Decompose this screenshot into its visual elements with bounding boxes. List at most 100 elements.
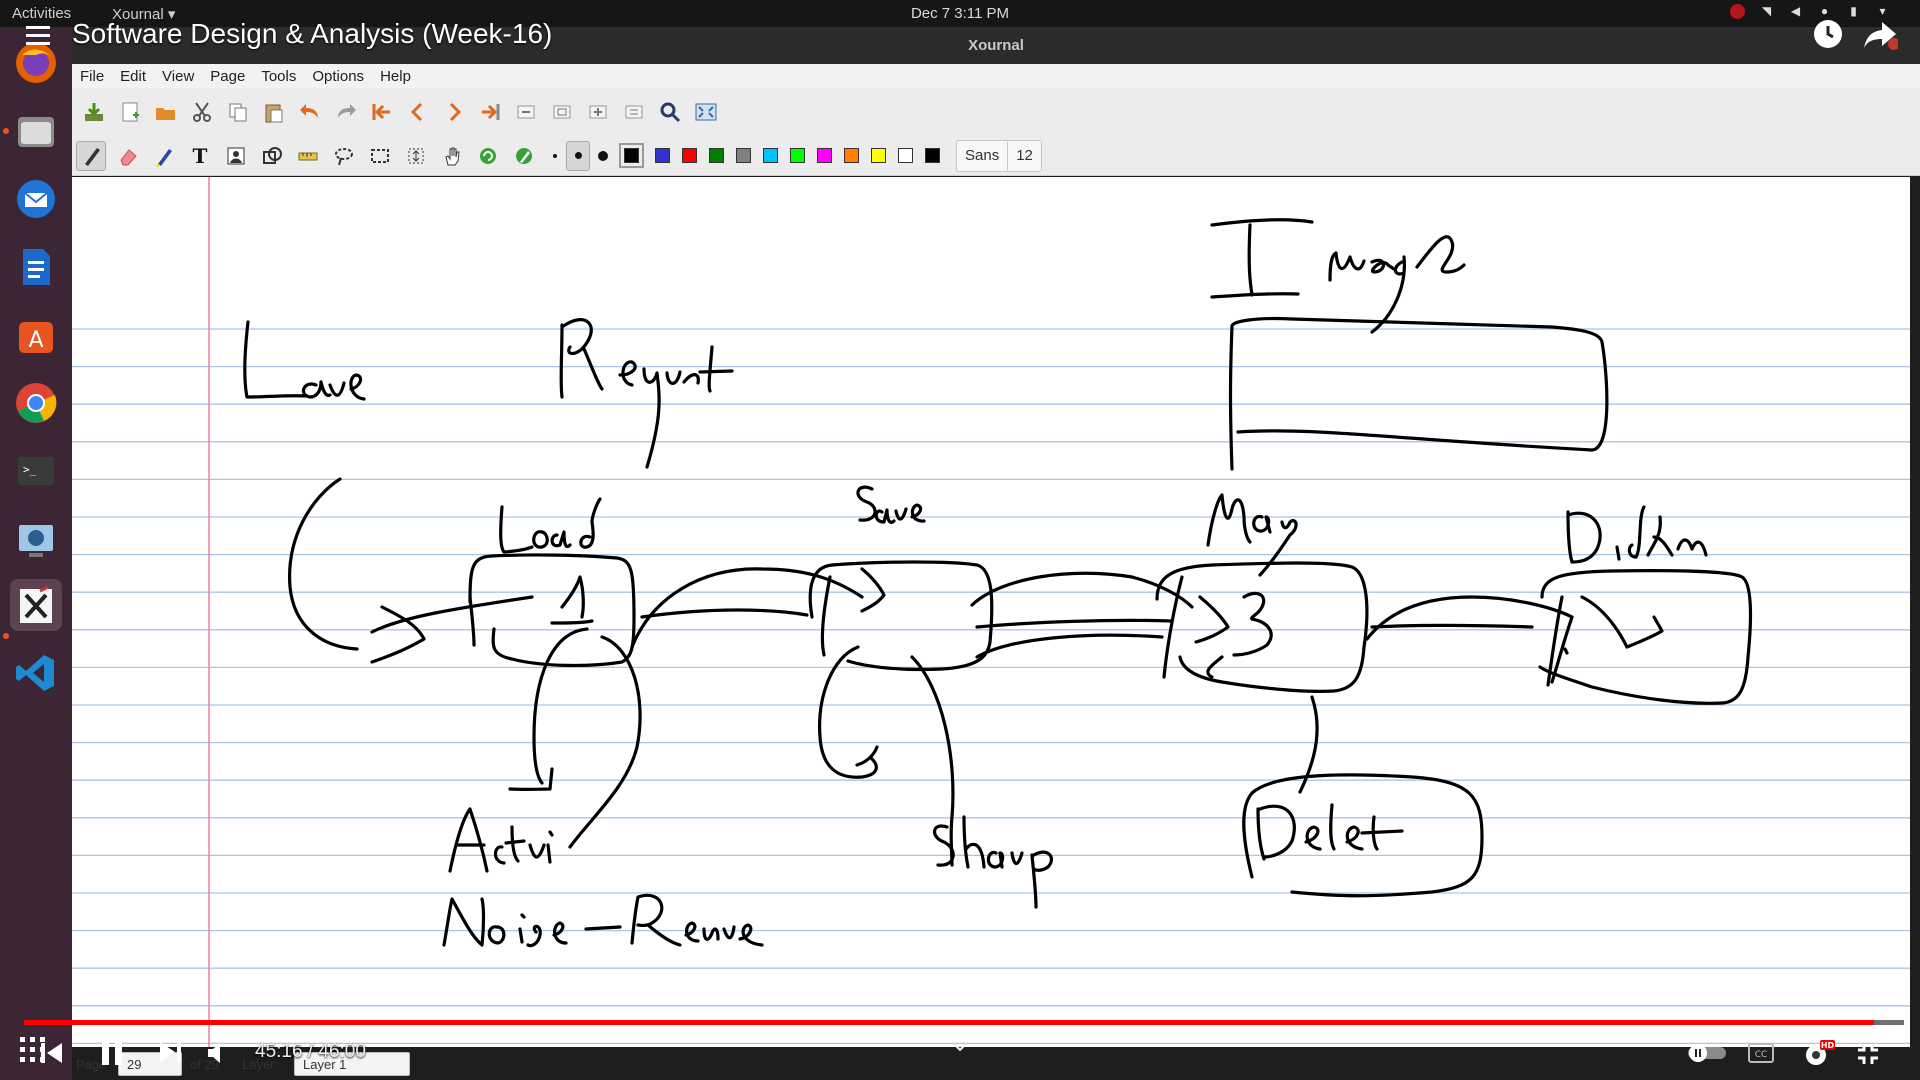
thickness-medium-icon[interactable] (566, 140, 590, 171)
screenshot-icon[interactable] (10, 513, 62, 565)
files-icon[interactable] (10, 105, 62, 157)
hand-tool-icon[interactable] (438, 142, 466, 170)
svg-text:>_: >_ (23, 463, 37, 476)
ink-stroke (808, 560, 994, 672)
video-progress-fill (24, 1020, 1874, 1025)
previous-page-icon[interactable] (404, 98, 432, 126)
volume-icon[interactable] (206, 1041, 230, 1070)
menu-file[interactable]: File (72, 64, 112, 85)
next-page-icon[interactable] (440, 98, 468, 126)
search-icon[interactable] (656, 98, 684, 126)
thickness-fine-icon[interactable] (546, 142, 564, 170)
terminal-icon[interactable]: >_ (10, 445, 62, 497)
captions-icon[interactable]: CC (1748, 1043, 1774, 1068)
share-icon[interactable] (1862, 18, 1900, 55)
lasso-select-icon[interactable] (330, 142, 358, 170)
chrome-icon[interactable] (10, 377, 62, 429)
text-tool-icon[interactable]: T (186, 142, 214, 170)
color-swatch[interactable] (619, 143, 644, 168)
shape-recognizer-icon[interactable] (258, 142, 286, 170)
color-palette (616, 143, 946, 168)
volume-icon: ◀ (1790, 4, 1801, 18)
pen-tool-icon[interactable] (76, 140, 106, 171)
paste-icon[interactable] (260, 98, 288, 126)
vertical-space-icon[interactable] (402, 142, 430, 170)
vscode-icon[interactable] (10, 647, 62, 699)
color-swatch[interactable] (817, 148, 832, 163)
pause-icon[interactable] (100, 1039, 124, 1072)
new-page-icon[interactable] (116, 98, 144, 126)
ink-stroke (1365, 595, 1574, 641)
drawing-canvas[interactable] (72, 177, 1910, 1047)
ink-stroke (301, 373, 366, 401)
default-tools-icon[interactable] (474, 142, 502, 170)
last-page-icon[interactable] (476, 98, 504, 126)
settings-gear-icon[interactable]: HD (1802, 1038, 1836, 1073)
ruler-tool-icon[interactable] (294, 142, 322, 170)
zoom-fit-icon[interactable] (548, 98, 576, 126)
tools-toolbar: T Sans 12 (72, 136, 1920, 176)
color-swatch[interactable] (682, 148, 697, 163)
color-swatch[interactable] (736, 148, 751, 163)
previous-icon[interactable] (40, 1041, 64, 1070)
main-toolbar (72, 88, 1920, 136)
undo-icon[interactable] (296, 98, 324, 126)
next-icon[interactable] (158, 1040, 182, 1069)
video-menu-icon[interactable] (26, 26, 50, 50)
save-icon[interactable] (80, 98, 108, 126)
open-icon[interactable] (152, 98, 180, 126)
image-tool-icon[interactable] (222, 142, 250, 170)
zoom-width-icon[interactable] (620, 98, 648, 126)
ink-stroke (468, 553, 636, 668)
system-tray[interactable]: ◥ ◀ ● ▮ ▾ (1730, 4, 1890, 19)
video-progress-bar[interactable] (24, 1020, 1904, 1025)
autoplay-toggle-icon[interactable] (1686, 1043, 1728, 1068)
running-indicator (3, 633, 9, 639)
thunderbird-icon[interactable] (10, 173, 62, 225)
color-swatch[interactable] (655, 148, 670, 163)
software-center-icon[interactable]: A (10, 309, 62, 361)
menu-tools[interactable]: Tools (253, 64, 304, 85)
menu-edit[interactable]: Edit (112, 64, 154, 85)
fullscreen-icon[interactable] (692, 98, 720, 126)
eraser-tool-icon[interactable] (114, 142, 142, 170)
color-swatch[interactable] (763, 148, 778, 163)
ink-stroke (508, 627, 589, 792)
menu-view[interactable]: View (154, 64, 202, 85)
menu-options[interactable]: Options (304, 64, 372, 85)
ink-stroke (550, 575, 594, 625)
ink-stroke (559, 318, 604, 399)
xournal-icon[interactable] (10, 579, 62, 631)
cut-icon[interactable] (188, 98, 216, 126)
color-swatch[interactable] (844, 148, 859, 163)
color-swatch[interactable] (709, 148, 724, 163)
menu-help[interactable]: Help (372, 64, 419, 85)
ink-stroke (499, 497, 602, 554)
rect-select-icon[interactable] (366, 142, 394, 170)
exit-fullscreen-icon[interactable] (1856, 1042, 1880, 1071)
thickness-thick-icon[interactable] (592, 142, 614, 170)
default-pen-icon[interactable] (510, 142, 538, 170)
video-controls: 45:16 / 46:00 CC HD (0, 1027, 1920, 1080)
menu-page[interactable]: Page (202, 64, 253, 85)
writer-icon[interactable] (10, 241, 62, 293)
ink-stroke (1546, 595, 1664, 687)
ink-stroke (288, 477, 534, 664)
ink-stroke (1210, 218, 1314, 299)
color-swatch[interactable] (871, 148, 886, 163)
copy-icon[interactable] (224, 98, 252, 126)
color-swatch[interactable] (898, 148, 913, 163)
zoom-out-icon[interactable] (512, 98, 540, 126)
redo-icon[interactable] (332, 98, 360, 126)
ink-stroke (1538, 569, 1753, 705)
color-swatch[interactable] (925, 148, 940, 163)
watch-later-icon[interactable] (1812, 18, 1844, 55)
ink-stroke (243, 320, 309, 399)
zoom-in-icon[interactable] (584, 98, 612, 126)
chevron-down-icon[interactable] (952, 1041, 968, 1059)
first-page-icon[interactable] (368, 98, 396, 126)
video-title[interactable]: Software Design & Analysis (Week-16) (72, 18, 552, 50)
font-selector[interactable]: Sans 12 (956, 139, 1042, 172)
color-swatch[interactable] (790, 148, 805, 163)
highlighter-tool-icon[interactable] (150, 142, 178, 170)
